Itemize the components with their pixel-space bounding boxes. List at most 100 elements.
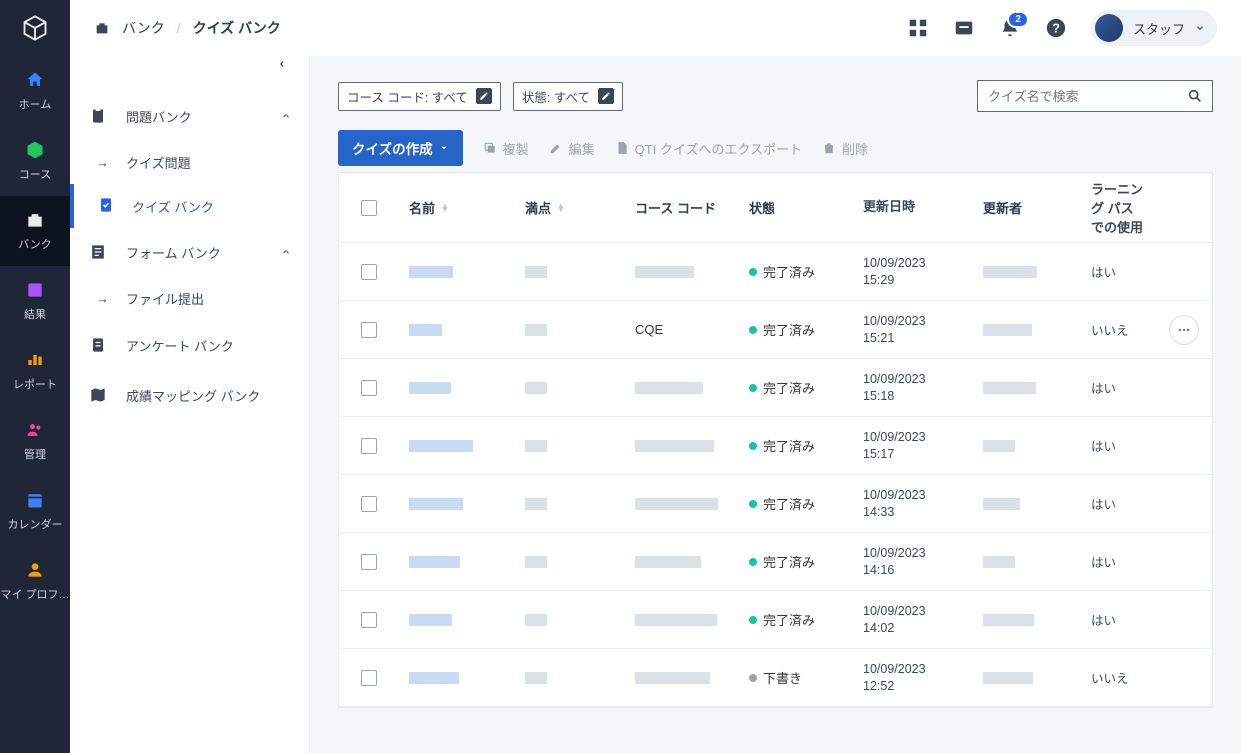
- breadcrumb-current: クイズ バンク: [193, 18, 281, 38]
- clipboard-check-icon: [96, 195, 116, 218]
- nav-admin[interactable]: 管理: [0, 406, 70, 476]
- nav-bank[interactable]: バンク: [0, 196, 70, 266]
- sidebar-label: クイズ問題: [126, 153, 191, 172]
- breadcrumb-sep: /: [177, 20, 181, 36]
- row-actions-button[interactable]: [1169, 315, 1199, 345]
- grid-icon[interactable]: [907, 17, 929, 39]
- nav-profile[interactable]: マイ プロフ…: [0, 546, 70, 616]
- sidebar-group-form-bank[interactable]: フォーム バンク: [70, 228, 309, 276]
- user-label: スタッフ: [1133, 19, 1185, 38]
- breadcrumb-root[interactable]: バンク: [122, 18, 165, 38]
- arrow-right-icon: →: [96, 155, 110, 170]
- row-checkbox[interactable]: [361, 670, 377, 686]
- help-icon[interactable]: ?: [1045, 17, 1067, 39]
- breadcrumb: バンク / クイズ バンク: [94, 18, 281, 38]
- sidebar-item-quiz-questions[interactable]: → クイズ問題: [70, 140, 309, 184]
- nav-course[interactable]: コース: [0, 126, 70, 196]
- redacted-name: [409, 382, 451, 394]
- row-checkbox[interactable]: [361, 380, 377, 396]
- table-row[interactable]: 完了済み 10/09/202315:29 はい: [339, 243, 1212, 301]
- row-checkbox[interactable]: [361, 612, 377, 628]
- nav-label: レポート: [13, 376, 57, 392]
- svg-text:?: ?: [1052, 21, 1060, 36]
- row-checkbox[interactable]: [361, 496, 377, 512]
- row-checkbox[interactable]: [361, 264, 377, 280]
- row-checkbox[interactable]: [361, 438, 377, 454]
- chevron-up-icon: [281, 109, 291, 124]
- redacted-score: [525, 672, 547, 684]
- col-score[interactable]: 満点▲▼: [515, 198, 625, 217]
- search-input[interactable]: [978, 89, 1178, 104]
- table-row[interactable]: 下書き 10/09/202312:52 いいえ: [339, 649, 1212, 707]
- row-checkbox[interactable]: [361, 554, 377, 570]
- table-row[interactable]: 完了済み 10/09/202314:02 はい: [339, 591, 1212, 649]
- map-icon: [88, 385, 108, 405]
- filters-row: コース コード: すべて 状態: すべて: [338, 80, 1213, 112]
- redacted-code: [635, 672, 710, 684]
- inbox-icon[interactable]: [953, 17, 975, 39]
- bell-icon[interactable]: 2: [999, 17, 1021, 39]
- table-row[interactable]: CQE 完了済み 10/09/202315:21 いいえ: [339, 301, 1212, 359]
- nav-label: 管理: [24, 446, 46, 462]
- nav-report[interactable]: レポート: [0, 336, 70, 406]
- clipboard-icon: [88, 106, 108, 126]
- filter-state[interactable]: 状態: すべて: [513, 82, 623, 111]
- user-menu[interactable]: スタッフ: [1091, 10, 1217, 46]
- nav-label: ホーム: [19, 96, 52, 112]
- table-row[interactable]: 完了済み 10/09/202314:33 はい: [339, 475, 1212, 533]
- sidebar-label: フォーム バンク: [126, 243, 221, 262]
- status-dot-icon: [749, 500, 757, 508]
- sidebar-item-quiz-bank[interactable]: クイズ バンク: [70, 184, 309, 228]
- redacted-name: [409, 672, 459, 684]
- sidebar-item-survey-bank[interactable]: アンケート バンク: [70, 320, 309, 370]
- filter-course-code[interactable]: コース コード: すべて: [338, 82, 501, 111]
- duplicate-button[interactable]: 複製: [483, 139, 529, 158]
- form-icon: [88, 242, 108, 262]
- create-quiz-button[interactable]: クイズの作成: [338, 130, 463, 166]
- edit-button[interactable]: 編集: [549, 139, 595, 158]
- redacted-score: [525, 324, 547, 336]
- toolbox-icon: [94, 20, 110, 36]
- col-code: コース コード: [625, 198, 739, 217]
- table-row[interactable]: 完了済み 10/09/202314:16 はい: [339, 533, 1212, 591]
- nav-results[interactable]: 結果: [0, 266, 70, 336]
- home-icon: [25, 70, 45, 90]
- button-label: 複製: [503, 139, 529, 158]
- cell-state: 完了済み: [763, 378, 815, 397]
- col-lp: ラーニング パスでの使用: [1081, 179, 1156, 236]
- redacted-code: [635, 440, 714, 452]
- cell-time: 14:16: [863, 562, 894, 578]
- toolbar: クイズの作成 複製 編集 QTI クイズへのエクスポート 削除: [338, 130, 1213, 166]
- nav-calendar[interactable]: カレンダー: [0, 476, 70, 546]
- col-updater: 更新者: [973, 198, 1081, 217]
- chevron-down-icon: [1195, 23, 1205, 33]
- table-row[interactable]: 完了済み 10/09/202315:17 はい: [339, 417, 1212, 475]
- pencil-icon: [549, 141, 563, 155]
- search-box[interactable]: [977, 80, 1213, 112]
- sidebar-item-mapping-bank[interactable]: 成績マッピング バンク: [70, 370, 309, 420]
- redacted-name: [409, 266, 453, 278]
- sidebar-group-question-bank[interactable]: 問題バンク: [70, 92, 309, 140]
- nav-home[interactable]: ホーム: [0, 56, 70, 126]
- col-label: 名前: [409, 198, 435, 217]
- table-row[interactable]: 完了済み 10/09/202315:18 はい: [339, 359, 1212, 417]
- sidebar-item-file-submission[interactable]: → ファイル提出: [70, 276, 309, 320]
- avatar: [1095, 14, 1123, 42]
- select-all-checkbox[interactable]: [361, 200, 377, 216]
- search-icon[interactable]: [1178, 88, 1212, 104]
- box-icon: [25, 140, 45, 160]
- chevron-left-icon: [277, 59, 287, 69]
- status-dot-icon: [749, 442, 757, 450]
- col-label: 更新者: [983, 198, 1022, 217]
- cell-state: 完了済み: [763, 320, 815, 339]
- secondary-sidebar: 問題バンク → クイズ問題 クイズ バンク フォーム バンク → ファイル提出 …: [70, 0, 310, 753]
- cell-time: 14:33: [863, 504, 894, 520]
- file-icon: [615, 141, 629, 155]
- cell-time: 15:18: [863, 388, 894, 404]
- row-checkbox[interactable]: [361, 322, 377, 338]
- cell-time: 12:52: [863, 678, 894, 694]
- export-button[interactable]: QTI クイズへのエクスポート: [615, 139, 803, 158]
- col-name[interactable]: 名前▲▼: [399, 198, 515, 217]
- app-logo[interactable]: [0, 0, 70, 56]
- delete-button[interactable]: 削除: [822, 139, 868, 158]
